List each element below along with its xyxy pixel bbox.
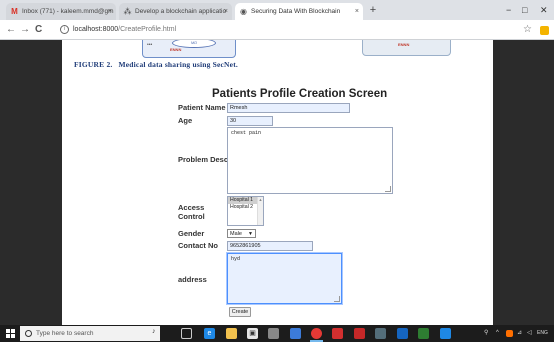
access-control-label: Access Control xyxy=(178,203,205,221)
minimize-button[interactable]: − xyxy=(506,3,511,17)
url-path: /CreateProfile.html xyxy=(118,26,177,33)
dots-text: ••• xyxy=(147,42,153,48)
edge-icon[interactable]: e xyxy=(204,328,215,339)
tray-app-icon[interactable] xyxy=(506,330,513,337)
task-view-icon[interactable] xyxy=(181,328,192,339)
gender-select[interactable]: Male ▼ xyxy=(227,229,256,238)
blockchain-icon: ⁂ xyxy=(123,7,132,16)
close-tab-icon[interactable]: × xyxy=(355,3,359,20)
pdf-reader-icon[interactable] xyxy=(332,328,343,339)
microphone-icon[interactable]: ♪ xyxy=(152,328,156,335)
age-input[interactable]: 30 xyxy=(227,116,273,126)
chrome-icon: ◉ xyxy=(240,7,247,16)
bookmark-star-icon[interactable]: ☆ xyxy=(523,23,532,36)
network-icon[interactable]: ⊿ xyxy=(517,328,522,339)
address-textarea[interactable]: hyd xyxy=(227,253,342,304)
file-explorer-icon[interactable] xyxy=(226,328,237,339)
patient-name-label: Patient Name xyxy=(178,103,226,112)
page-title: Patients Profile Creation Screen xyxy=(212,88,388,100)
store-icon[interactable]: ▣ xyxy=(247,328,258,339)
app-icon[interactable] xyxy=(354,328,365,339)
url-host: localhost:8000 xyxy=(73,26,119,33)
new-tab-button[interactable]: + xyxy=(366,2,380,18)
medical-data-figure: MD ••• ENNN ENNN FIGURE 2. Medical data s… xyxy=(62,40,493,73)
chevron-down-icon: ▼ xyxy=(248,231,253,237)
tab-gmail[interactable]: M Inbox (771) - kaleem.mmd@gm × xyxy=(6,3,116,20)
device-tag: ENNN xyxy=(170,47,182,52)
app-icon[interactable] xyxy=(418,328,429,339)
search-icon xyxy=(25,330,32,337)
taskbar-search-input[interactable]: Type here to search xyxy=(20,326,160,341)
figure-caption-label: FIGURE 2. xyxy=(74,60,113,69)
figure-caption: FIGURE 2. Medical data sharing using SecN… xyxy=(74,60,238,69)
age-label: Age xyxy=(178,116,193,125)
reload-button[interactable]: C xyxy=(35,22,42,37)
tab-strip: M Inbox (771) - kaleem.mmd@gm × ⁂ Develo… xyxy=(0,0,554,20)
address-bar: ← → C i localhost:8000/CreateProfile.html… xyxy=(0,20,554,40)
contact-no-label: Contact No xyxy=(178,241,218,250)
listbox-scrollbar[interactable]: ▲ xyxy=(257,197,263,225)
tray-up-icon[interactable]: ^ xyxy=(496,328,499,339)
patient-name-input[interactable]: Rmesh xyxy=(227,103,350,113)
problem-desc-value: chest pain xyxy=(231,130,262,136)
problem-desc-textarea[interactable]: chest pain xyxy=(227,127,393,194)
tab-blockchain[interactable]: ⁂ Develop a blockchain applicatio × xyxy=(119,3,232,20)
app-icon[interactable] xyxy=(440,328,451,339)
page-viewport: MD ••• ENNN ENNN FIGURE 2. Medical data s… xyxy=(0,40,554,325)
create-button[interactable]: Create xyxy=(229,307,251,317)
tab-label: Securing Data With Blockchain xyxy=(251,8,341,15)
device-tag-right: ENNN xyxy=(398,42,410,47)
gmail-icon: M xyxy=(11,7,18,16)
url-input[interactable]: i localhost:8000/CreateProfile.html xyxy=(60,23,500,36)
contact-no-input[interactable]: 9652861905 xyxy=(227,241,313,251)
people-icon[interactable]: ⚲ xyxy=(484,328,488,339)
back-button[interactable]: ← xyxy=(6,22,16,37)
access-control-listbox[interactable]: Hospital 1 Hospital 2 ▲ xyxy=(227,196,264,226)
app-icon[interactable] xyxy=(268,328,279,339)
page-content: MD ••• ENNN ENNN FIGURE 2. Medical data s… xyxy=(62,40,493,325)
resize-handle-icon[interactable] xyxy=(334,296,340,302)
gender-selected-value: Male xyxy=(230,231,242,237)
app-icon[interactable] xyxy=(375,328,386,339)
address-value: hyd xyxy=(231,256,241,262)
figure-caption-text: Medical data sharing using SecNet. xyxy=(118,60,238,69)
maximize-button[interactable]: □ xyxy=(522,3,527,17)
forward-button[interactable]: → xyxy=(20,22,30,37)
taskbar: Type here to search ♪ e ▣ ⚲ ^ ⊿ ◁ ENG xyxy=(0,325,554,342)
close-tab-icon[interactable]: × xyxy=(224,3,228,20)
close-window-button[interactable]: ✕ xyxy=(540,3,548,17)
app-icon[interactable] xyxy=(397,328,408,339)
chrome-taskbar-icon[interactable] xyxy=(311,328,322,339)
scroll-up-icon[interactable]: ▲ xyxy=(258,197,263,202)
resize-handle-icon[interactable] xyxy=(385,186,391,192)
tab-label: Inbox (771) - kaleem.mmd@gm xyxy=(22,8,114,15)
extension-icon[interactable] xyxy=(540,26,549,35)
close-tab-icon[interactable]: × xyxy=(108,3,112,20)
address-label: address xyxy=(178,275,207,284)
windows-start-icon[interactable] xyxy=(6,329,15,338)
app-icon[interactable] xyxy=(290,328,301,339)
tab-securing-data[interactable]: ◉ Securing Data With Blockchain × xyxy=(235,3,363,20)
problem-desc-label: Problem Desc xyxy=(178,155,229,164)
search-placeholder: Type here to search xyxy=(36,330,94,337)
language-indicator[interactable]: ENG xyxy=(537,328,548,339)
tab-label: Develop a blockchain applicatio xyxy=(135,8,227,15)
info-icon[interactable]: i xyxy=(60,24,69,34)
volume-icon[interactable]: ◁ xyxy=(527,328,532,339)
gender-label: Gender xyxy=(178,229,205,238)
